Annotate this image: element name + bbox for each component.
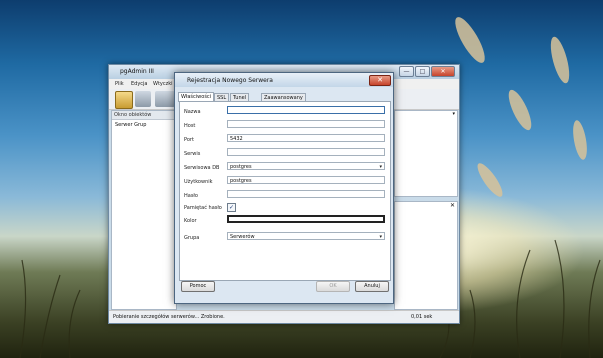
status-text: Pobieranie szczegółów serwerów... Zrobio… (113, 314, 225, 320)
password-field[interactable] (227, 190, 385, 198)
menu-item-file[interactable]: Plik (115, 81, 124, 87)
main-window-title: pgAdmin III (120, 68, 154, 75)
sql-pane-close-icon[interactable]: ✕ (450, 202, 455, 209)
maximize-icon[interactable]: □ (415, 66, 430, 77)
group-select[interactable]: Serwerów ▾ (227, 232, 385, 240)
main-close-icon[interactable]: ✕ (431, 66, 455, 77)
chevron-down-icon[interactable]: ▾ (379, 233, 382, 241)
cancel-button[interactable]: Anuluj (355, 281, 389, 292)
group-value: Serwerów (230, 234, 255, 240)
refresh-icon[interactable] (135, 91, 151, 107)
host-field[interactable] (227, 120, 385, 128)
maintenance-db-label: Serwisowa DB (184, 165, 220, 171)
color-picker-field[interactable] (227, 215, 385, 223)
register-server-dialog: Rejestracja Nowego Serwera ✕ Właściwości… (174, 72, 394, 304)
help-button[interactable]: Pomoc (181, 281, 215, 292)
username-label: Użytkownik (184, 179, 213, 185)
service-label: Serwis (184, 151, 201, 157)
port-label: Port (184, 137, 194, 143)
group-label: Grupa (184, 235, 200, 241)
sql-pane: ✕ (394, 201, 458, 310)
service-field[interactable] (227, 148, 385, 156)
object-browser: Okno obiektów Serwer Grup (111, 110, 177, 310)
chevron-down-icon[interactable]: ▾ (379, 163, 382, 171)
remember-password-checkbox[interactable]: ✓ (227, 203, 236, 212)
name-label: Nazwa (184, 109, 201, 115)
host-label: Host (184, 123, 196, 129)
ok-button[interactable]: OK (316, 281, 350, 292)
properties-form: Nazwa Host Port 5432 Serwis Serwisowa DB… (179, 101, 391, 281)
menu-item-plugins[interactable]: Wtyczki (153, 81, 173, 87)
color-label: Kolor (184, 218, 197, 224)
port-field[interactable]: 5432 (227, 134, 385, 142)
maintenance-db-select[interactable]: postgres ▾ (227, 162, 385, 170)
properties-panel: ▾ (394, 110, 458, 197)
properties-icon[interactable] (155, 91, 175, 107)
name-field[interactable] (227, 106, 385, 114)
add-connection-icon[interactable] (115, 91, 133, 109)
remember-password-label: Pamiętać hasło (184, 205, 222, 211)
password-label: Hasło (184, 193, 198, 199)
panel-dropdown-icon[interactable]: ▾ (452, 111, 455, 117)
dialog-close-icon[interactable]: ✕ (369, 75, 391, 86)
maintenance-db-value: postgres (230, 164, 252, 170)
object-browser-header: Okno obiektów (112, 111, 176, 120)
dialog-title: Rejestracja Nowego Serwera (187, 77, 273, 84)
status-time: 0,01 sek (411, 314, 433, 320)
minimize-icon[interactable]: — (399, 66, 414, 77)
username-field[interactable]: postgres (227, 176, 385, 184)
tree-node-server-groups[interactable]: Serwer Grup (115, 122, 176, 128)
dialog-titlebar: Rejestracja Nowego Serwera ✕ (175, 73, 393, 87)
menu-item-edit[interactable]: Edycja (131, 81, 148, 87)
status-bar: Pobieranie szczegółów serwerów... Zrobio… (109, 310, 459, 323)
